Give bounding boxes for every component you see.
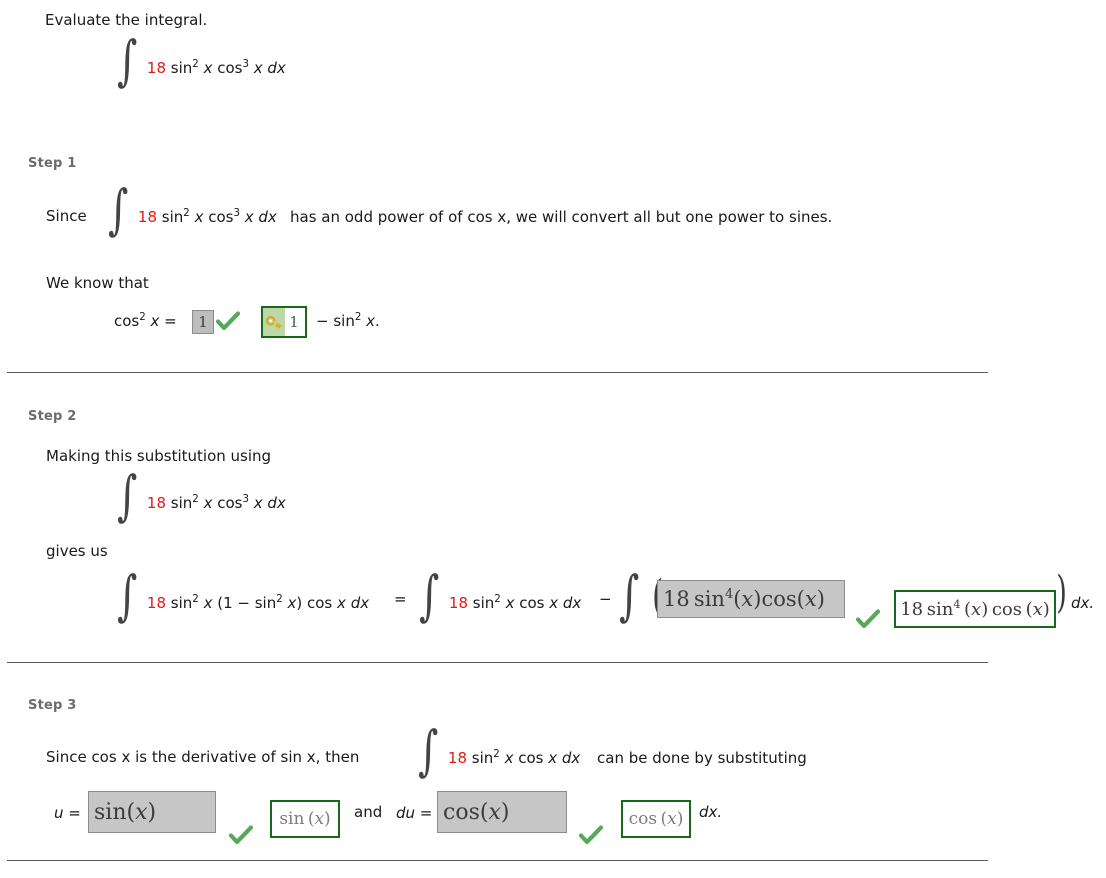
step-3-trailing: dx. xyxy=(699,803,722,821)
step-2-answer-input[interactable]: 18 sin4(x)cos(x) xyxy=(657,580,845,618)
step-1-identity-tail: − sin2 x. xyxy=(316,312,380,330)
key-icon xyxy=(263,308,285,336)
step-1-answer-input[interactable]: 1 xyxy=(192,310,214,334)
integral-body: sin2 x cos3 x dx xyxy=(161,208,277,226)
mid-body: sin2 x cos x dx xyxy=(472,594,582,612)
step-2-key-value: 18 sin4 (x) cos (x) xyxy=(900,597,1050,620)
step-3-trailing-text: dx. xyxy=(699,803,723,821)
step-3-du-key-value: cos (x) xyxy=(628,809,684,829)
problem-integral: ∫ 18 sin2 x cos3 x dx xyxy=(116,29,286,92)
step-2-lead-in: Making this substitution using xyxy=(46,447,272,465)
integral-body: sin2 x cos x dx xyxy=(471,749,581,767)
step-3-du-answer-key[interactable]: cos (x) xyxy=(621,800,691,838)
step-3-integral: ∫ 18 sin2 x cos x dx xyxy=(417,719,581,782)
step-2-correct-check-icon xyxy=(855,608,881,630)
step-1-since-word: Since xyxy=(46,207,87,225)
step-3-u-label-text: u = xyxy=(54,804,81,822)
step-3-du-value: cos(x) xyxy=(443,799,510,825)
step-1-explanation: has an odd power of of cos x, we will co… xyxy=(290,208,832,226)
step-3-u-answer-key[interactable]: sin (x) xyxy=(270,800,340,838)
integral-body: sin2 x cos3 x dx xyxy=(170,59,286,77)
integral-coefficient: 18 xyxy=(146,59,167,77)
step-2-equation-mid: ∫ 18 sin2 x cos x dx xyxy=(418,564,582,627)
divider-1 xyxy=(7,372,988,373)
step-1-answer-value: 1 xyxy=(198,313,208,331)
step-3-u-value: sin(x) xyxy=(94,799,157,825)
step-2-trailing-text: dx. xyxy=(1071,594,1095,612)
step-2-close-paren: ) xyxy=(1056,567,1067,618)
step-1-key-value: 1 xyxy=(289,313,299,331)
page-title: Evaluate the integral. xyxy=(45,11,208,29)
step-3-after-integral: can be done by substituting xyxy=(597,749,807,767)
step-1-explanation-text: has an odd power of of cos x, we will co… xyxy=(290,208,833,226)
step-2-minus-sign: − xyxy=(599,590,612,608)
step-3-u-input[interactable]: sin(x) xyxy=(88,791,216,833)
step-2-gives-us: gives us xyxy=(46,542,108,560)
step-3-du-label-text: du = xyxy=(396,804,433,822)
lhs-body: sin2 x (1 − sin2 x) cos x dx xyxy=(170,594,370,612)
step-1-answer-key[interactable]: 1 xyxy=(261,306,307,338)
lhs-coefficient: 18 xyxy=(146,594,167,612)
mid-coefficient: 18 xyxy=(448,594,469,612)
step-3-u-key-value: sin (x) xyxy=(279,809,331,829)
integral-coefficient: 18 xyxy=(447,749,468,767)
step-2-equals-sign: = xyxy=(394,590,407,608)
step-2-equation-lhs: ∫ 18 sin2 x (1 − sin2 x) cos x dx xyxy=(116,564,370,627)
step-3-u-correct-check-icon xyxy=(228,824,254,846)
step-1-we-know-that: We know that xyxy=(46,274,149,292)
divider-2 xyxy=(7,662,988,663)
step-2-trailing: dx. xyxy=(1071,594,1094,612)
divider-3 xyxy=(7,860,988,861)
step-3-label: Step 3 xyxy=(28,698,77,713)
integral-body: sin2 x cos3 x dx xyxy=(170,494,286,512)
integral-coefficient: 18 xyxy=(146,494,167,512)
step-1-label: Step 1 xyxy=(28,156,77,171)
step-1-integral: ∫ 18 sin2 x cos3 x dx xyxy=(107,178,277,241)
step-3-du-input[interactable]: cos(x) xyxy=(437,791,567,833)
step-3-u-label: u = xyxy=(54,804,81,822)
step-1-correct-check-icon xyxy=(215,310,241,332)
step-3-du-correct-check-icon xyxy=(578,824,604,846)
step-2-label: Step 2 xyxy=(28,409,77,424)
step-3-since-text: Since cos x is the derivative of sin x, … xyxy=(46,748,360,766)
step-3-du-label: du = xyxy=(396,804,432,822)
integral-coefficient: 18 xyxy=(137,208,158,226)
step-1-identity-lhs: cos2 x = xyxy=(114,312,177,330)
step-2-answer-value: 18 sin4(x)cos(x) xyxy=(663,587,825,611)
step-2-integral: ∫ 18 sin2 x cos3 x dx xyxy=(116,464,286,527)
step-3-and-word: and xyxy=(354,803,383,821)
step-2-answer-key[interactable]: 18 sin4 (x) cos (x) xyxy=(894,590,1056,628)
